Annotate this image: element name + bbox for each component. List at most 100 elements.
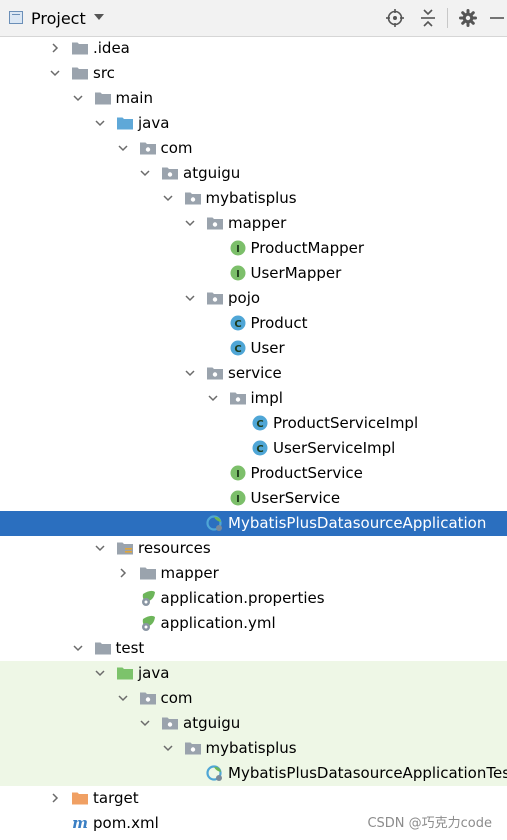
spring-config-icon	[139, 589, 157, 607]
chevron-down-icon[interactable]	[162, 192, 174, 204]
tree-row[interactable]: I UserService	[0, 486, 507, 511]
chevron-right-icon[interactable]	[117, 567, 129, 579]
chevron-down-icon[interactable]	[184, 367, 196, 379]
tree-item-label: main	[115, 89, 153, 107]
tree-item-label: java	[138, 114, 170, 132]
tree-row[interactable]: application.yml	[0, 611, 507, 636]
class-icon: C	[251, 414, 269, 432]
package-icon	[206, 214, 224, 232]
spring-config-icon	[139, 614, 157, 632]
project-view-title[interactable]: Project	[31, 9, 86, 28]
chevron-down-icon[interactable]	[94, 117, 106, 129]
crosshair-icon[interactable]	[385, 8, 405, 28]
interface-icon: I	[229, 464, 247, 482]
tree-item-label: application.properties	[160, 589, 325, 607]
svg-text:I: I	[236, 244, 240, 255]
chevron-down-icon[interactable]	[139, 717, 151, 729]
chevron-down-icon[interactable]	[117, 142, 129, 154]
svg-text:I: I	[236, 269, 240, 280]
tree-row[interactable]: application.properties	[0, 586, 507, 611]
tree-item-label: target	[93, 789, 139, 807]
svg-text:I: I	[236, 494, 240, 505]
tree-row[interactable]: I UserMapper	[0, 261, 507, 286]
tree-row[interactable]: pojo	[0, 286, 507, 311]
tree-row[interactable]: java	[0, 661, 507, 686]
tree-item-label: com	[160, 689, 193, 707]
folder-icon	[94, 639, 112, 657]
tree-item-label: UserMapper	[250, 264, 342, 282]
resources-folder-icon	[116, 539, 134, 557]
chevron-down-icon[interactable]	[184, 292, 196, 304]
maven-icon: m	[71, 814, 89, 832]
tree-item-label: ProductService	[250, 464, 363, 482]
chevron-right-icon[interactable]	[49, 42, 61, 54]
minimize-icon[interactable]	[487, 8, 507, 28]
tree-item-label: application.yml	[160, 614, 276, 632]
chevron-down-icon[interactable]	[117, 692, 129, 704]
tree-row[interactable]: test	[0, 636, 507, 661]
package-icon	[161, 714, 179, 732]
tree-row[interactable]: MybatisPlusDatasourceApplication	[0, 511, 507, 536]
chevron-down-icon[interactable]	[184, 217, 196, 229]
tree-row[interactable]: atguigu	[0, 161, 507, 186]
tree-row[interactable]: com	[0, 686, 507, 711]
tree-item-label: UserService	[250, 489, 341, 507]
watermark: CSDN @巧克力code	[367, 816, 492, 831]
folder-icon	[139, 564, 157, 582]
svg-text:I: I	[236, 469, 240, 480]
svg-text:C: C	[234, 344, 241, 355]
chevron-down-icon[interactable]	[72, 642, 84, 654]
tree-row[interactable]: mybatisplus	[0, 736, 507, 761]
tree-row[interactable]: I ProductService	[0, 461, 507, 486]
tree-row[interactable]: MybatisPlusDatasourceApplicationTes	[0, 761, 507, 786]
tree-item-label: .idea	[93, 39, 130, 57]
chevron-down-icon[interactable]	[94, 667, 106, 679]
tree-item-label: MybatisPlusDatasourceApplication	[228, 514, 487, 532]
tree-row[interactable]: C ProductServiceImpl	[0, 411, 507, 436]
package-icon	[161, 164, 179, 182]
tree-item-label: atguigu	[183, 164, 241, 182]
gear-icon[interactable]	[458, 8, 478, 28]
tree-row[interactable]: C Product	[0, 311, 507, 336]
tree-row[interactable]: mapper	[0, 561, 507, 586]
tree-row[interactable]: com	[0, 136, 507, 161]
tree-row[interactable]: service	[0, 361, 507, 386]
tree-row[interactable]: mapper	[0, 211, 507, 236]
chevron-down-icon[interactable]	[94, 542, 106, 554]
source-folder-icon	[116, 114, 134, 132]
svg-text:C: C	[256, 419, 263, 430]
tree-item-label: MybatisPlusDatasourceApplicationTes	[228, 764, 507, 782]
chevron-down-icon[interactable]	[207, 392, 219, 404]
tree-row[interactable]: C User	[0, 336, 507, 361]
tree-row[interactable]: atguigu	[0, 711, 507, 736]
tree-row[interactable]: mybatisplus	[0, 186, 507, 211]
project-view-icon	[9, 11, 23, 24]
chevron-down-icon[interactable]	[162, 742, 174, 754]
tree-row[interactable]: main	[0, 86, 507, 111]
class-icon: C	[251, 439, 269, 457]
collapse-all-icon[interactable]	[418, 8, 438, 28]
chevron-right-icon[interactable]	[49, 792, 61, 804]
tree-item-label: User	[250, 339, 285, 357]
chevron-down-icon[interactable]	[72, 92, 84, 104]
toolbar-divider	[447, 8, 448, 28]
spring-test-icon	[206, 764, 224, 782]
tree-row[interactable]: src	[0, 61, 507, 86]
target-folder-icon	[71, 789, 89, 807]
chevron-down-icon[interactable]	[94, 14, 104, 20]
interface-icon: I	[229, 264, 247, 282]
tree-item-label: mapper	[160, 564, 219, 582]
folder-icon	[71, 39, 89, 57]
tree-row[interactable]: target	[0, 786, 507, 811]
tree-item-label: com	[160, 139, 193, 157]
class-icon: C	[229, 339, 247, 357]
tree-row[interactable]: java	[0, 111, 507, 136]
tree-row[interactable]: .idea	[0, 36, 507, 61]
tree-row[interactable]: impl	[0, 386, 507, 411]
tree-row[interactable]: I ProductMapper	[0, 236, 507, 261]
chevron-down-icon[interactable]	[139, 167, 151, 179]
tree-row[interactable]: resources	[0, 536, 507, 561]
package-icon	[206, 289, 224, 307]
tree-row[interactable]: C UserServiceImpl	[0, 436, 507, 461]
chevron-down-icon[interactable]	[49, 67, 61, 79]
